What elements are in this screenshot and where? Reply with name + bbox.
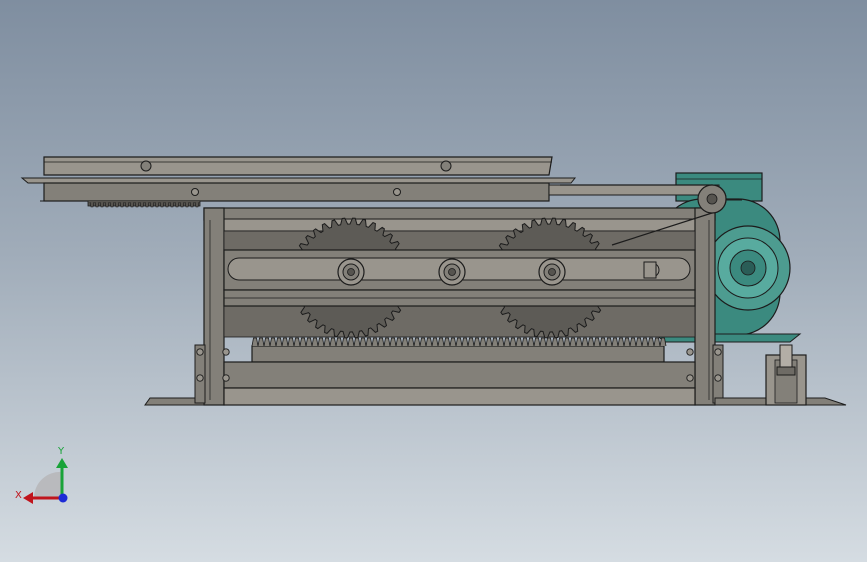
roller-axle: [548, 268, 556, 276]
x-axis-label: X: [15, 490, 22, 501]
cad-viewport[interactable]: Y X: [0, 0, 867, 562]
frame-right-post: [694, 207, 716, 406]
adjusting-bolt: [779, 344, 793, 368]
bolt-hole: [140, 160, 152, 172]
roller-axle: [347, 268, 355, 276]
orientation-triad[interactable]: Y X: [10, 440, 80, 510]
hex-bolt: [714, 374, 722, 382]
y-axis-label: Y: [57, 446, 65, 457]
lower-rack[interactable]: [251, 345, 665, 363]
bolt-hole: [440, 160, 452, 172]
triad-plane-indicator: [33, 471, 62, 498]
frame-top-rail: [203, 207, 716, 221]
hex-bolt: [222, 374, 230, 382]
hex-bolt: [196, 374, 204, 382]
hex-bolt: [222, 348, 230, 356]
lower-rack-teeth: [251, 337, 667, 347]
roller-axle: [448, 268, 456, 276]
hex-bolt: [686, 374, 694, 382]
bolt-hole: [191, 188, 199, 196]
rack-tooth-row: [251, 337, 667, 347]
motor-coupling: [643, 261, 657, 279]
hex-bolt: [686, 348, 694, 356]
hex-bolt: [714, 348, 722, 356]
z-axis-dot: [58, 493, 68, 503]
frame-left-post: [203, 207, 225, 406]
top-slide-plate[interactable]: [20, 156, 720, 207]
cad-model-rack-feeder[interactable]: [0, 0, 867, 562]
bolt-hole: [393, 188, 401, 196]
hex-bolt: [196, 348, 204, 356]
